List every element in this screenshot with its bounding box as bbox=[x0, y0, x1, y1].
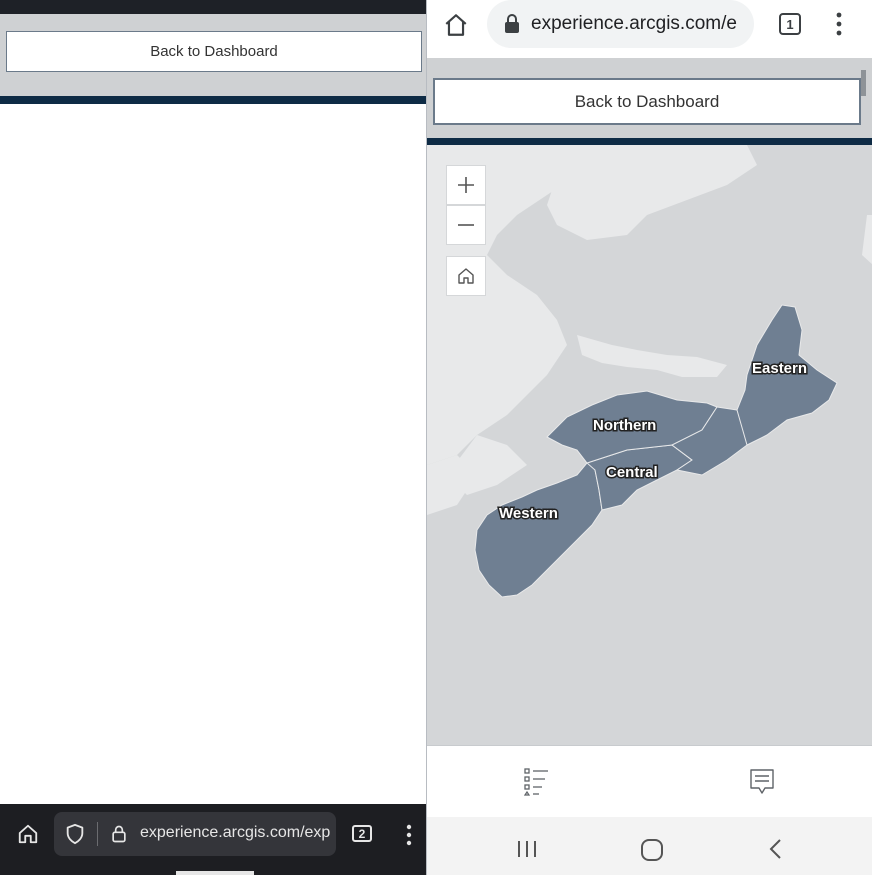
back-icon[interactable] bbox=[763, 836, 787, 862]
address-bar-divider bbox=[97, 822, 98, 846]
right-browser-window: experience.arcgis.com/e 1 Back to Dashbo… bbox=[426, 0, 872, 875]
tab-count-button[interactable]: 1 bbox=[779, 13, 801, 35]
map-label-central: Central bbox=[606, 464, 658, 481]
map-label-western: Western bbox=[499, 505, 558, 522]
home-nav-icon[interactable] bbox=[637, 835, 667, 865]
widget-toolbar bbox=[427, 745, 872, 817]
home-icon[interactable] bbox=[441, 10, 471, 40]
scrollbar-thumb[interactable] bbox=[861, 70, 866, 96]
back-to-dashboard-button[interactable]: Back to Dashboard bbox=[433, 78, 861, 125]
map-view[interactable]: Eastern Northern Central Western bbox=[427, 145, 872, 745]
gesture-bar bbox=[176, 871, 254, 875]
minus-icon bbox=[458, 224, 474, 226]
menu-dots-icon[interactable] bbox=[398, 822, 420, 848]
map-label-eastern: Eastern bbox=[752, 360, 807, 377]
blank-content-area bbox=[0, 104, 426, 804]
land-cape-breton-west bbox=[862, 215, 872, 265]
tab-count-button[interactable]: 2 bbox=[352, 825, 372, 842]
land-pei bbox=[577, 335, 727, 377]
shield-icon[interactable] bbox=[62, 820, 88, 848]
zoom-in-button[interactable] bbox=[446, 165, 486, 205]
map-home-button[interactable] bbox=[446, 256, 486, 296]
zoom-out-button[interactable] bbox=[446, 205, 486, 245]
home-icon bbox=[458, 268, 474, 284]
recents-icon[interactable] bbox=[513, 836, 541, 862]
map-canvas[interactable]: Eastern Northern Central Western bbox=[427, 145, 872, 745]
left-browser-window: Back to Dashboard experience.arcgis.com/… bbox=[0, 0, 426, 875]
address-bar-url[interactable]: experience.arcgis.com/e bbox=[531, 13, 745, 37]
lock-icon bbox=[106, 821, 132, 847]
status-bar bbox=[0, 0, 426, 14]
home-icon[interactable] bbox=[14, 820, 42, 848]
header-divider-stripe bbox=[427, 138, 872, 145]
map-label-northern: Northern bbox=[593, 417, 656, 434]
header-divider-stripe bbox=[0, 96, 426, 104]
land-mainland-north bbox=[547, 145, 757, 240]
lock-icon bbox=[501, 12, 523, 36]
back-to-dashboard-button[interactable]: Back to Dashboard bbox=[6, 31, 422, 72]
address-bar-url[interactable]: experience.arcgis.com/exp bbox=[140, 824, 335, 846]
menu-dots-icon[interactable] bbox=[829, 10, 849, 38]
info-comment-icon[interactable] bbox=[748, 767, 776, 797]
plus-icon bbox=[458, 177, 474, 193]
legend-list-icon[interactable] bbox=[523, 767, 551, 797]
